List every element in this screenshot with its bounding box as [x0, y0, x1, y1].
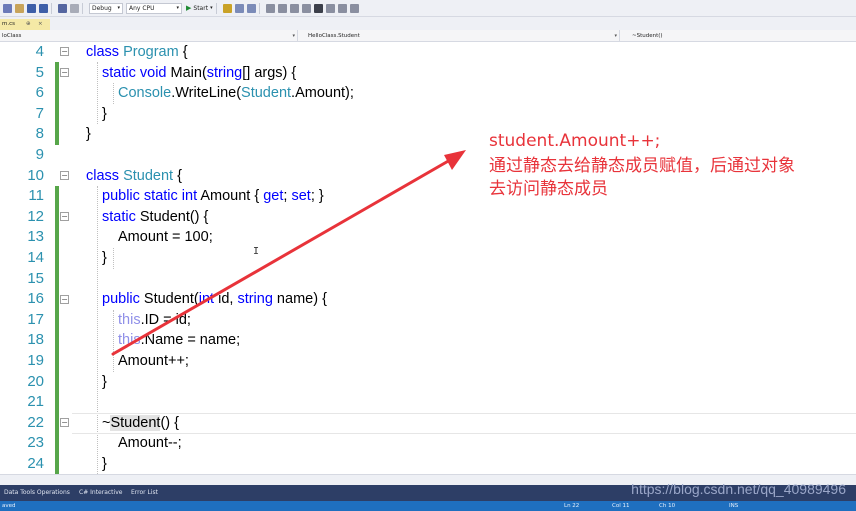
tab-data-tools-operations[interactable]: Data Tools Operations	[4, 485, 70, 501]
annotation-line-3: 去访问静态成员	[489, 179, 608, 199]
status-bar: aved Ln 22 Col 11 Ch 10 INS	[0, 501, 856, 511]
annotation-arrow	[111, 150, 466, 356]
status-char: Ch 10	[659, 503, 676, 509]
tab-error-list[interactable]: Error List	[131, 485, 158, 501]
status-column: Col 11	[612, 503, 630, 509]
status-insert-mode: INS	[729, 503, 739, 509]
annotation-line-1: student.Amount++;	[489, 131, 661, 151]
annotation-text: student.Amount++; 通过静态去给静态成员赋值，后通过对象 去访问…	[489, 130, 795, 199]
tab-csharp-interactive[interactable]: C# Interactive	[79, 485, 122, 501]
annotation-line-2: 通过静态去给静态成员赋值，后通过对象	[489, 156, 795, 176]
status-message: aved	[2, 503, 16, 509]
status-line: Ln 22	[564, 503, 580, 509]
watermark: https://blog.csdn.net/qq_40989496	[631, 481, 846, 497]
